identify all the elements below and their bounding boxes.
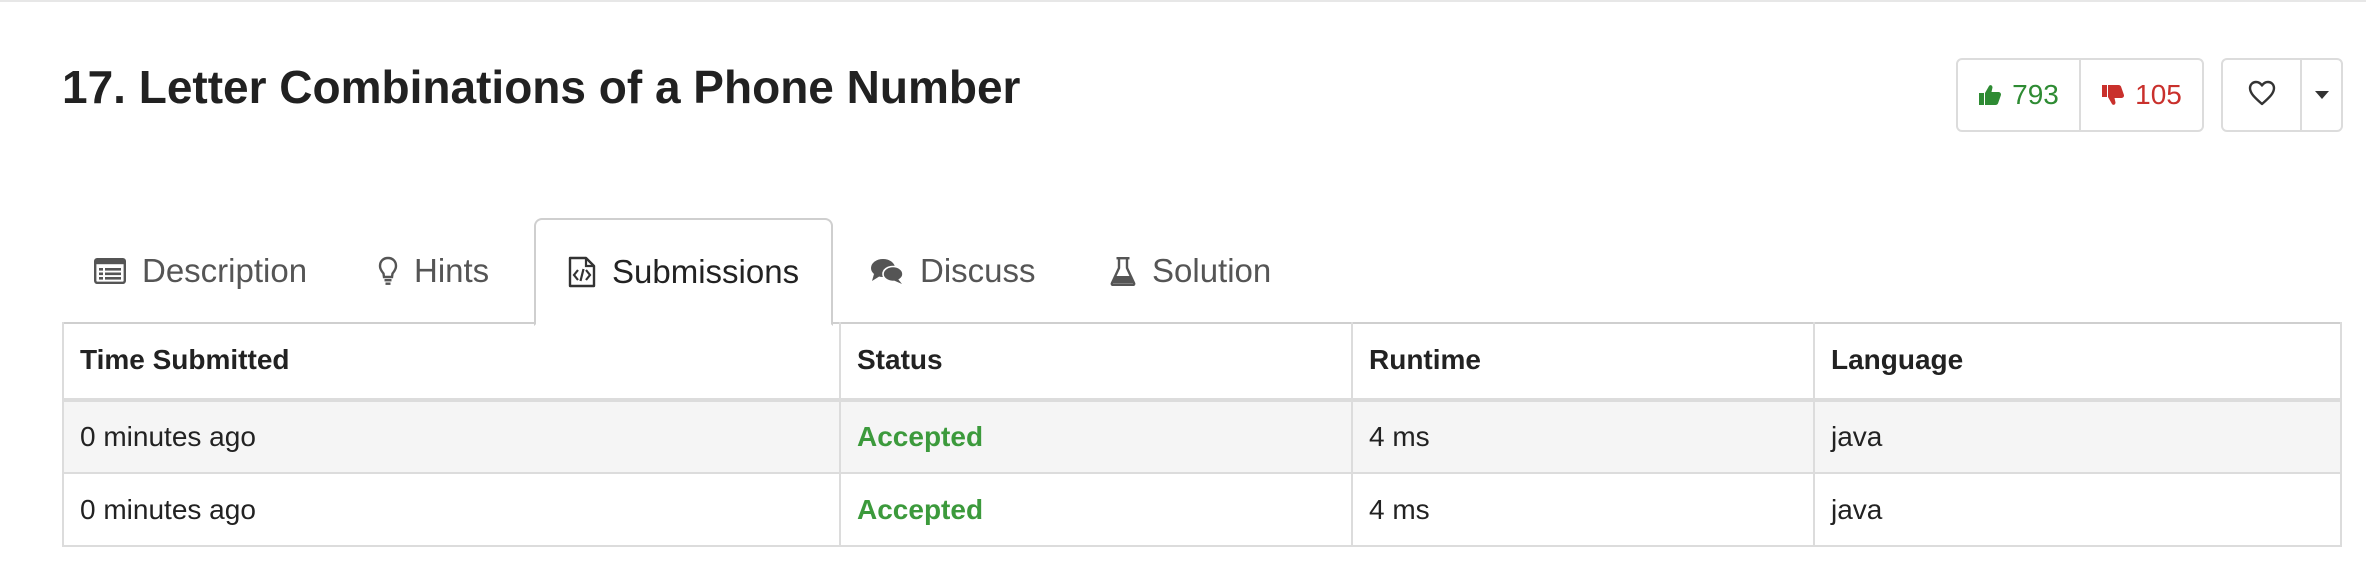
status-cell: Accepted — [840, 400, 1353, 474]
like-button[interactable]: 793 — [1958, 60, 2081, 130]
heart-icon — [2248, 80, 2276, 111]
language-cell: java — [1814, 400, 2340, 474]
flask-icon — [1110, 256, 1136, 286]
thumbs-up-icon — [1978, 83, 2002, 107]
tab-solution[interactable]: Solution — [1110, 218, 1271, 324]
table-row: 0 minutes ago Accepted 4 ms java — [64, 400, 2340, 474]
status-cell: Accepted — [840, 473, 1353, 547]
dislike-count: 105 — [2135, 79, 2182, 110]
submissions-table: Time Submitted Status Runtime Language 0… — [62, 322, 2342, 547]
table-header-row: Time Submitted Status Runtime Language — [64, 322, 2340, 402]
time-submitted-cell: 0 minutes ago — [64, 400, 841, 474]
status-link[interactable]: Accepted — [857, 421, 983, 452]
tab-label: Solution — [1152, 252, 1272, 289]
runtime-cell: 4 ms — [1352, 400, 1815, 474]
dislike-button[interactable]: 105 — [2081, 60, 2202, 130]
tab-label: Submissions — [612, 253, 800, 290]
tab-submissions[interactable]: Submissions — [534, 218, 834, 326]
language-cell: java — [1814, 473, 2340, 547]
problem-tabs: Description Hints Submissions Discuss So… — [62, 218, 2342, 326]
tab-hints[interactable]: Hints — [378, 218, 489, 324]
tab-label: Hints — [414, 252, 490, 289]
column-header-time-submitted[interactable]: Time Submitted — [64, 322, 841, 402]
tab-label: Discuss — [920, 252, 1036, 289]
column-header-runtime[interactable]: Runtime — [1352, 322, 1815, 402]
table-row: 0 minutes ago Accepted 4 ms java — [64, 473, 2340, 547]
page-title: 17. Letter Combinations of a Phone Numbe… — [62, 61, 1021, 113]
list-icon — [94, 258, 126, 284]
thumbs-down-icon — [2101, 83, 2125, 107]
code-file-icon — [568, 256, 596, 288]
time-submitted-cell: 0 minutes ago — [64, 473, 841, 547]
favorite-dropdown-button[interactable] — [2302, 60, 2341, 130]
tab-discuss[interactable]: Discuss — [870, 218, 1036, 324]
tab-label: Description — [142, 252, 308, 289]
vote-group: 793 105 — [1956, 58, 2204, 132]
lightbulb-icon — [378, 256, 398, 286]
column-header-status[interactable]: Status — [840, 322, 1353, 402]
top-divider — [0, 0, 2366, 2]
chat-bubbles-icon — [870, 257, 904, 285]
runtime-cell: 4 ms — [1352, 473, 1815, 547]
favorite-group — [2221, 58, 2343, 132]
column-header-language[interactable]: Language — [1814, 322, 2340, 402]
like-count: 793 — [2012, 79, 2059, 110]
caret-down-icon — [2314, 91, 2329, 99]
status-link[interactable]: Accepted — [857, 494, 983, 525]
tab-description[interactable]: Description — [94, 218, 307, 324]
favorite-button[interactable] — [2223, 60, 2302, 130]
